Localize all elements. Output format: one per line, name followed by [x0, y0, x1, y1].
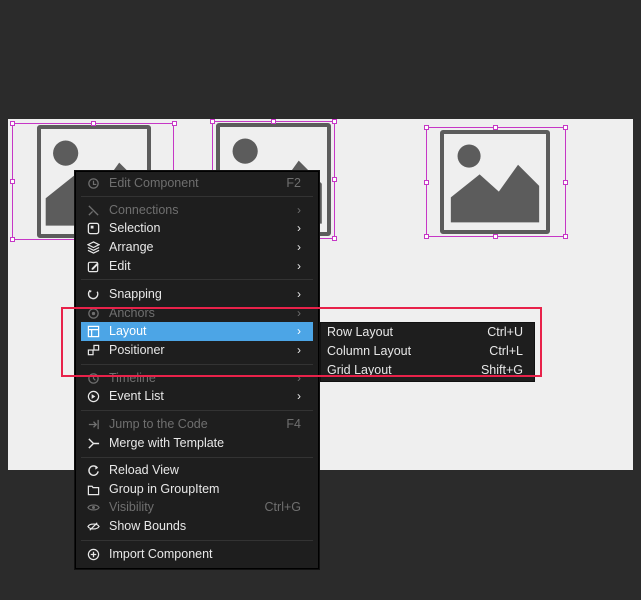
resize-handle[interactable] [563, 180, 568, 185]
chevron-right-icon: › [297, 221, 301, 235]
visibility-icon [87, 501, 100, 514]
import-icon [87, 548, 100, 561]
edit-icon [87, 260, 100, 273]
resize-handle[interactable] [493, 234, 498, 239]
resize-handle[interactable] [210, 119, 215, 124]
resize-handle[interactable] [172, 121, 177, 126]
menu-item-selection[interactable]: Selection › [81, 219, 313, 238]
menu-item-connections[interactable]: Connections › [81, 201, 313, 220]
snapping-icon [87, 288, 100, 301]
menu-item-edit-component[interactable]: Edit Component F2 [81, 174, 313, 193]
resize-handle[interactable] [563, 234, 568, 239]
menu-separator [81, 540, 313, 541]
chevron-right-icon: › [297, 287, 301, 301]
connections-icon [87, 204, 100, 217]
edit-component-icon [87, 177, 100, 190]
chevron-right-icon: › [297, 389, 301, 403]
resize-handle[interactable] [332, 119, 337, 124]
resize-handle[interactable] [424, 234, 429, 239]
menu-separator [81, 457, 313, 458]
chevron-right-icon: › [297, 259, 301, 273]
resize-handle[interactable] [424, 180, 429, 185]
menu-item-show-bounds[interactable]: Show Bounds [81, 517, 313, 536]
menu-item-edit[interactable]: Edit › [81, 257, 313, 276]
menu-separator [81, 410, 313, 411]
menu-separator [81, 196, 313, 197]
menu-item-arrange[interactable]: Arrange › [81, 238, 313, 257]
chevron-right-icon: › [297, 240, 301, 254]
resize-handle[interactable] [563, 125, 568, 130]
annotation-highlight-box [61, 307, 542, 377]
resize-handle[interactable] [493, 125, 498, 130]
image-placeholder-icon [440, 130, 550, 234]
resize-handle[interactable] [332, 236, 337, 241]
resize-handle[interactable] [10, 179, 15, 184]
menu-item-group-in-groupitem[interactable]: Group in GroupItem [81, 480, 313, 499]
menu-item-reload-view[interactable]: Reload View [81, 461, 313, 480]
menu-item-visibility[interactable]: Visibility Ctrl+G [81, 498, 313, 517]
arrange-icon [87, 241, 100, 254]
reload-icon [87, 464, 100, 477]
merge-icon [87, 437, 100, 450]
resize-handle[interactable] [10, 237, 15, 242]
menu-item-jump-to-code[interactable]: Jump to the Code F4 [81, 415, 313, 434]
event-list-icon [87, 390, 100, 403]
jump-to-code-icon [87, 418, 100, 431]
group-icon [87, 483, 100, 496]
resize-handle[interactable] [424, 125, 429, 130]
resize-handle[interactable] [332, 177, 337, 182]
resize-handle[interactable] [10, 121, 15, 126]
selection-icon [87, 222, 100, 235]
resize-handle[interactable] [91, 121, 96, 126]
show-bounds-icon [87, 520, 100, 533]
menu-separator [81, 279, 313, 280]
menu-item-merge-with-template[interactable]: Merge with Template [81, 434, 313, 453]
resize-handle[interactable] [271, 119, 276, 124]
chevron-right-icon: › [297, 203, 301, 217]
menu-item-event-list[interactable]: Event List › [81, 387, 313, 406]
menu-item-snapping[interactable]: Snapping › [81, 285, 313, 304]
menu-item-import-component[interactable]: Import Component [81, 545, 313, 564]
